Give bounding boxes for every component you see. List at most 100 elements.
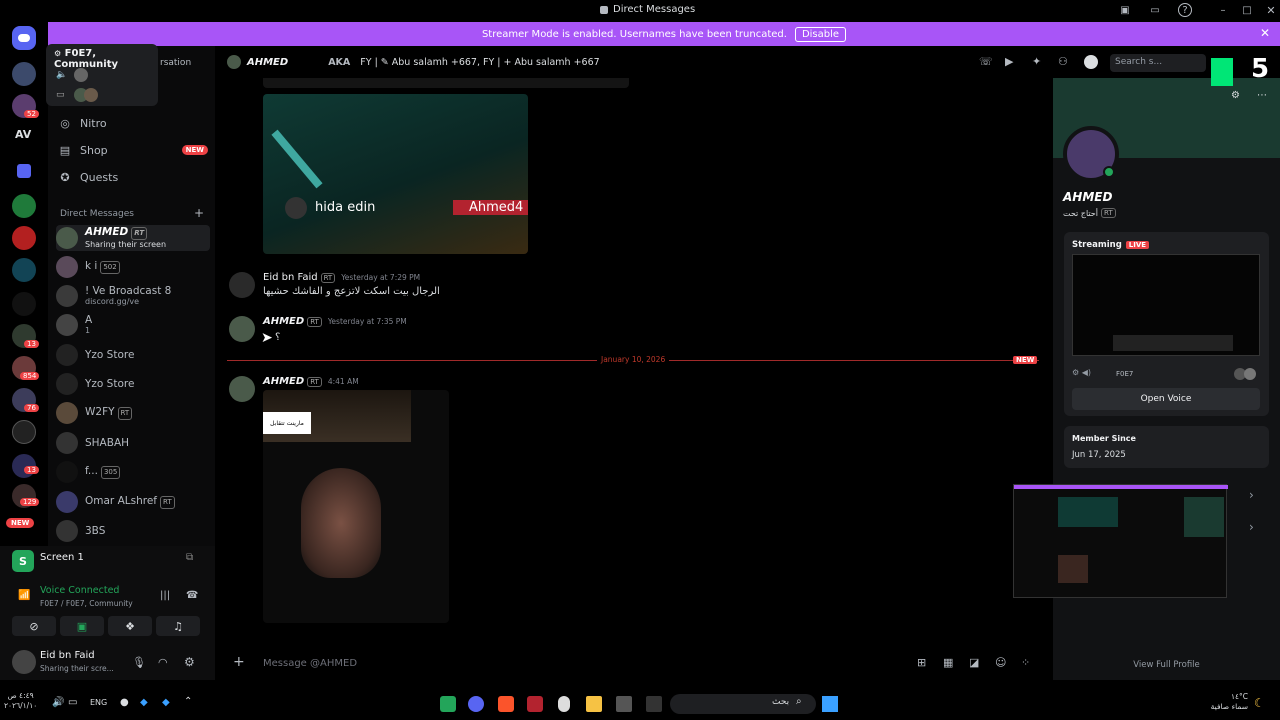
dm-item[interactable]: A1 [56, 312, 210, 338]
task-view-icon[interactable] [646, 696, 662, 712]
gift-icon[interactable]: ⊞ [917, 656, 926, 669]
video-call-icon[interactable]: ▶ [1005, 55, 1013, 68]
stream-pip-window[interactable] [1013, 484, 1228, 598]
weather-widget[interactable]: ١٤°C سماء صافية [1200, 692, 1248, 712]
popout-icon[interactable]: ⧉ [186, 552, 193, 563]
dm-name: Yzo Store [85, 377, 135, 390]
user-profile-toggle-icon[interactable] [1084, 55, 1098, 69]
soundboard-button[interactable]: ♫ [156, 616, 200, 636]
message-input[interactable]: Message @AHMED [263, 658, 763, 669]
tray-icon[interactable]: ◆ [140, 697, 148, 708]
open-voice-button[interactable]: Open Voice [1072, 388, 1260, 410]
noise-icon[interactable]: ||| [160, 590, 170, 601]
server-icon[interactable] [12, 258, 36, 282]
app-icon[interactable] [527, 696, 543, 712]
profile-action-icon[interactable]: ⚙ [1231, 90, 1240, 101]
avatar[interactable] [229, 316, 255, 342]
dm-item[interactable]: Yzo Store [56, 371, 210, 397]
message-author[interactable]: Eid bn Faid [263, 272, 318, 283]
tray-icon[interactable]: ◆ [162, 697, 170, 708]
screen-share-button[interactable]: ▣ [60, 616, 104, 636]
activities-button[interactable]: ❖ [108, 616, 152, 636]
volume-icon[interactable]: 🔊 [52, 697, 64, 708]
chevron-right-icon[interactable]: › [1249, 488, 1254, 502]
avatar[interactable] [229, 272, 255, 298]
nav-quests[interactable]: ✪ Quests [58, 166, 208, 188]
gif-icon[interactable]: ▦ [943, 656, 953, 669]
dm-item[interactable]: Omar ALshref RT [56, 489, 210, 515]
stream-preview[interactable] [1072, 254, 1260, 356]
voice-call-icon[interactable]: ☏ [979, 55, 993, 68]
dm-item[interactable]: ! Ve Broadcast 8 discord.gg/ve [56, 283, 210, 309]
settings-gear-icon[interactable]: ⚙ [184, 655, 195, 669]
banner-close-icon[interactable]: ✕ [1260, 26, 1270, 40]
headphones-icon[interactable]: ◠ [158, 656, 168, 669]
camera-button[interactable]: ⊘ [12, 616, 56, 636]
network-icon[interactable]: ▭ [68, 697, 77, 708]
server-icon[interactable] [12, 62, 36, 86]
avatar [84, 88, 98, 102]
minimize-icon[interactable]: – [1216, 3, 1230, 17]
server-icon[interactable] [12, 420, 36, 444]
microphone-icon[interactable]: 🎙 [132, 656, 146, 669]
dm-item[interactable]: W2FY RT [56, 400, 210, 426]
user-panel: S Screen 1 ⧉ 📶 Voice Connected F0E7 / F0… [0, 546, 215, 680]
search-input[interactable]: Search s... [1110, 54, 1206, 72]
dm-item[interactable]: AHMED RT Sharing their screen [56, 225, 210, 251]
mouse-app-icon[interactable] [558, 696, 570, 712]
app-icon[interactable] [440, 696, 456, 712]
maximize-icon[interactable]: □ [1240, 3, 1254, 17]
disconnect-icon[interactable]: ☎ [186, 590, 198, 601]
avatar[interactable] [229, 376, 255, 402]
discord-taskbar-icon[interactable] [468, 696, 484, 712]
taskbar-search[interactable]: بحث ⌕ [670, 694, 816, 714]
nav-nitro[interactable]: ◎ Nitro [58, 112, 208, 134]
clock[interactable]: ٤:٤٩ ص ٢٠٢٦/١/١٠ [4, 691, 37, 711]
apps-icon[interactable]: ⁘ [1021, 656, 1030, 669]
video-attachment[interactable]: مارينت تتقابل [263, 390, 449, 623]
language-indicator[interactable]: ENG [90, 698, 107, 707]
previous-embed [263, 78, 629, 88]
message-author[interactable]: AHMED [263, 316, 304, 327]
message-author[interactable]: AHMED [263, 376, 304, 387]
inbox-icon[interactable]: ▣ [1118, 3, 1132, 17]
store-icon[interactable] [616, 696, 632, 712]
window-title-text: Direct Messages [613, 4, 696, 15]
nav-shop[interactable]: ▤ Shop NEW [58, 139, 208, 161]
server-icon[interactable] [12, 292, 36, 316]
dm-item[interactable]: k i 502 [56, 254, 210, 280]
find-conversation-button[interactable]: rsation [160, 58, 191, 68]
image-attachment[interactable]: hida edin Ahmed4 [263, 94, 528, 254]
dm-item[interactable]: Yzo Store [56, 342, 210, 368]
server-icon[interactable] [17, 164, 31, 178]
message-text: ؟ [275, 332, 281, 343]
file-explorer-icon[interactable] [586, 696, 602, 712]
add-friend-icon[interactable]: ⚇ [1058, 55, 1068, 68]
help-icon[interactable]: ? [1178, 3, 1192, 17]
sticker-icon[interactable]: ◪ [969, 656, 979, 669]
chevron-right-icon[interactable]: › [1249, 520, 1254, 534]
voice-status: Voice Connected [40, 585, 120, 596]
windows-start-icon[interactable] [822, 696, 838, 712]
create-dm-icon[interactable]: + [194, 206, 204, 220]
monitor-icon[interactable]: ▭ [1148, 3, 1162, 17]
emoji-icon[interactable]: ☺ [995, 656, 1006, 669]
tray-icon[interactable]: ● [120, 697, 129, 708]
server-icon[interactable] [12, 194, 36, 218]
browser-icon[interactable] [498, 696, 514, 712]
server-av-label[interactable]: AV [15, 128, 31, 141]
dm-item[interactable]: 3BS [56, 518, 210, 544]
chevron-up-icon[interactable]: ⌃ [184, 696, 192, 707]
user-avatar[interactable] [12, 650, 36, 674]
view-full-profile-link[interactable]: View Full Profile [1053, 660, 1280, 670]
pin-icon[interactable]: ✦ [1032, 55, 1041, 68]
more-options-icon[interactable]: ⋯ [1257, 90, 1267, 101]
discord-home-icon[interactable] [12, 26, 36, 50]
dm-item[interactable]: f... 305 [56, 459, 210, 485]
attach-plus-icon[interactable]: + [233, 654, 245, 670]
dm-name: f... [85, 464, 98, 477]
close-icon[interactable]: ✕ [1264, 3, 1278, 17]
disable-streamer-button[interactable]: Disable [794, 26, 847, 42]
server-icon[interactable] [12, 226, 36, 250]
dm-item[interactable]: SHABAH [56, 430, 210, 456]
